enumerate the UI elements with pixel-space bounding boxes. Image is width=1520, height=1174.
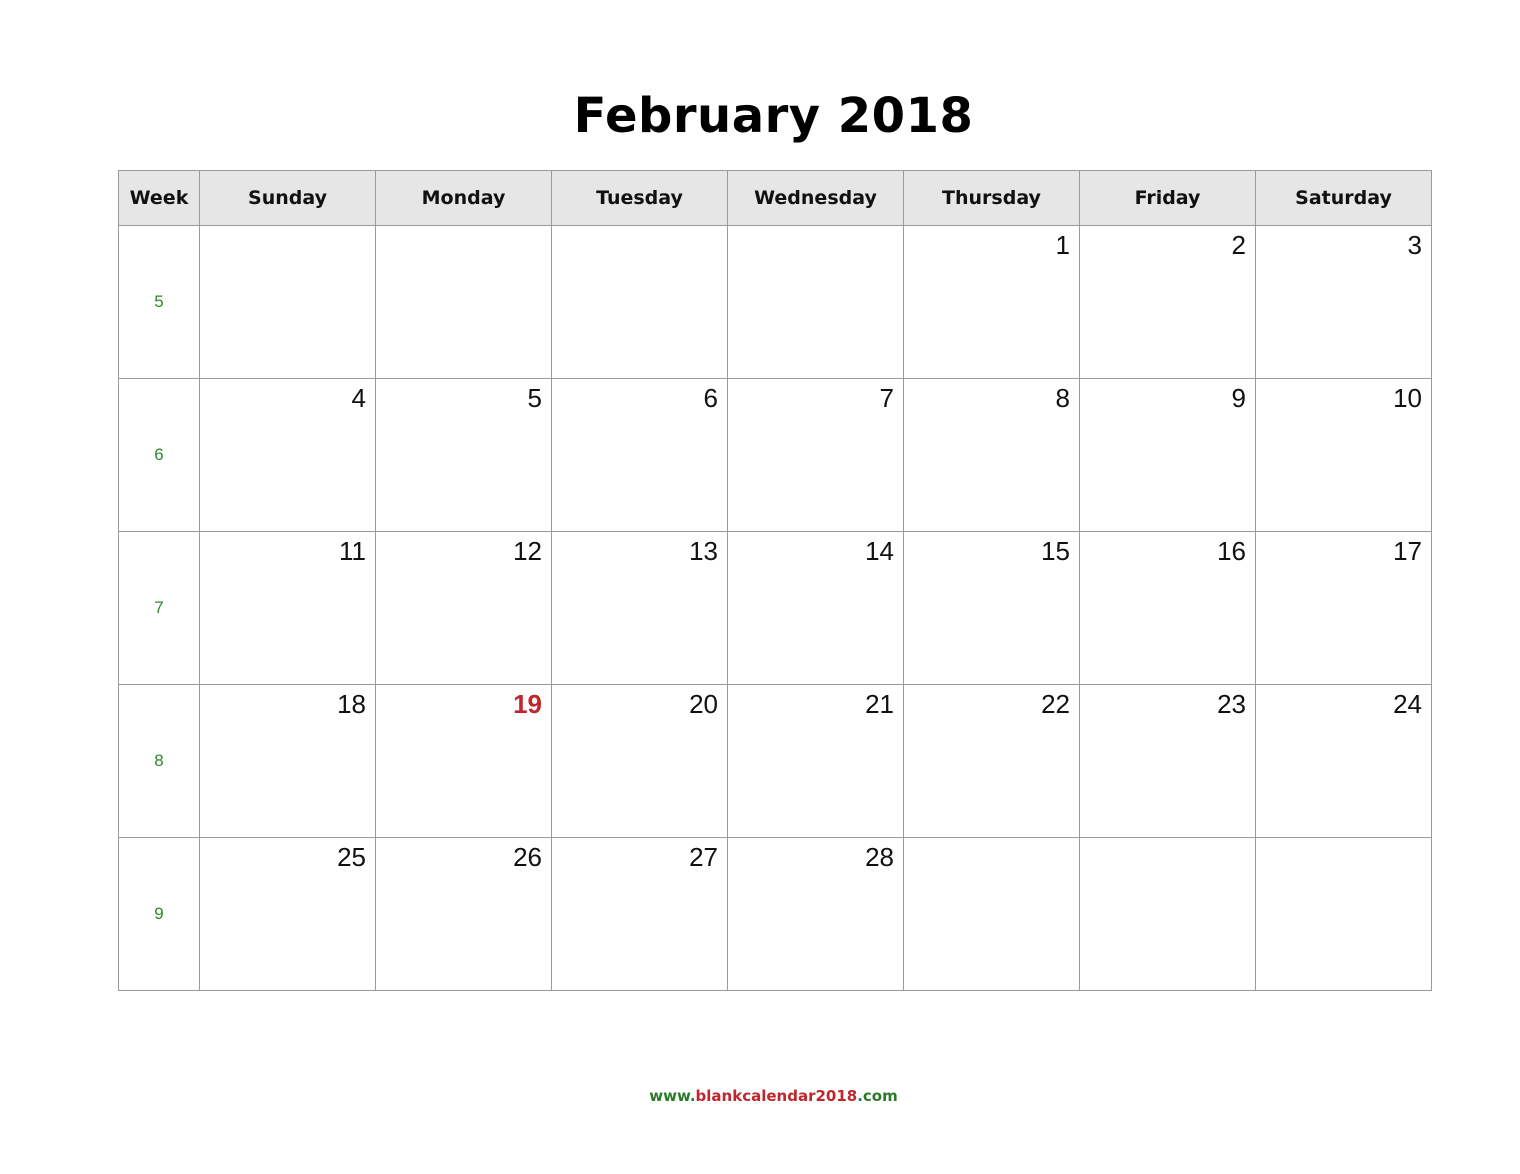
header-row: Week Sunday Monday Tuesday Wednesday Thu… bbox=[118, 170, 1432, 226]
calendar-title: February 2018 bbox=[573, 88, 974, 144]
week-number: 5 bbox=[118, 225, 200, 379]
day-cell[interactable]: 3 bbox=[1255, 225, 1432, 379]
day-cell[interactable]: 9 bbox=[1079, 378, 1256, 532]
week-number: 6 bbox=[118, 378, 200, 532]
day-number: 2 bbox=[1231, 230, 1246, 260]
day-cell[interactable]: 27 bbox=[551, 837, 728, 991]
week-row: 7 11 12 13 14 15 16 17 bbox=[118, 531, 1432, 685]
footer-prefix: www. bbox=[649, 1087, 696, 1105]
day-cell[interactable]: 19 bbox=[375, 684, 552, 838]
day-number: 26 bbox=[513, 842, 542, 872]
footer-url: www.blankcalendar2018.com bbox=[0, 1087, 1520, 1105]
day-cell[interactable]: 16 bbox=[1079, 531, 1256, 685]
day-number: 21 bbox=[865, 689, 894, 719]
day-cell[interactable]: 23 bbox=[1079, 684, 1256, 838]
day-number: 1 bbox=[1055, 230, 1070, 260]
day-cell[interactable]: 11 bbox=[199, 531, 376, 685]
day-number: 3 bbox=[1407, 230, 1422, 260]
day-number: 15 bbox=[1041, 536, 1070, 566]
day-number: 25 bbox=[337, 842, 366, 872]
day-cell[interactable]: 22 bbox=[903, 684, 1080, 838]
day-number: 27 bbox=[689, 842, 718, 872]
day-cell[interactable] bbox=[375, 225, 552, 379]
week-row: 5 1 2 3 bbox=[118, 225, 1432, 379]
day-number: 5 bbox=[527, 383, 542, 413]
week-number: 8 bbox=[118, 684, 200, 838]
week-row: 9 25 26 27 28 bbox=[118, 837, 1432, 991]
day-number: 24 bbox=[1393, 689, 1422, 719]
day-cell[interactable] bbox=[1255, 837, 1432, 991]
day-cell[interactable]: 26 bbox=[375, 837, 552, 991]
day-number: 16 bbox=[1217, 536, 1246, 566]
day-number: 22 bbox=[1041, 689, 1070, 719]
footer-suffix: .com bbox=[857, 1087, 898, 1105]
day-cell[interactable]: 8 bbox=[903, 378, 1080, 532]
day-cell[interactable]: 2 bbox=[1079, 225, 1256, 379]
day-cell[interactable]: 18 bbox=[199, 684, 376, 838]
header-week: Week bbox=[118, 170, 200, 226]
day-number: 17 bbox=[1393, 536, 1422, 566]
header-monday: Monday bbox=[375, 170, 552, 226]
day-cell[interactable]: 4 bbox=[199, 378, 376, 532]
day-number: 7 bbox=[879, 383, 894, 413]
header-tuesday: Tuesday bbox=[551, 170, 728, 226]
calendar-grid: Week Sunday Monday Tuesday Wednesday Thu… bbox=[118, 170, 1432, 991]
day-number: 9 bbox=[1231, 383, 1246, 413]
day-cell[interactable]: 17 bbox=[1255, 531, 1432, 685]
day-number: 4 bbox=[351, 383, 366, 413]
week-row: 6 4 5 6 7 8 9 10 bbox=[118, 378, 1432, 532]
day-cell[interactable]: 6 bbox=[551, 378, 728, 532]
day-cell[interactable]: 15 bbox=[903, 531, 1080, 685]
day-cell[interactable]: 20 bbox=[551, 684, 728, 838]
day-number: 10 bbox=[1393, 383, 1422, 413]
day-cell[interactable]: 25 bbox=[199, 837, 376, 991]
day-number: 11 bbox=[339, 536, 366, 566]
day-number: 20 bbox=[689, 689, 718, 719]
day-cell[interactable] bbox=[1079, 837, 1256, 991]
header-sunday: Sunday bbox=[199, 170, 376, 226]
day-number: 18 bbox=[337, 689, 366, 719]
day-cell[interactable]: 7 bbox=[727, 378, 904, 532]
day-number: 14 bbox=[865, 536, 894, 566]
day-cell[interactable]: 10 bbox=[1255, 378, 1432, 532]
footer-domain: blankcalendar2018 bbox=[695, 1087, 858, 1105]
header-thursday: Thursday bbox=[903, 170, 1080, 226]
day-cell[interactable] bbox=[727, 225, 904, 379]
day-number: 13 bbox=[689, 536, 718, 566]
day-cell[interactable]: 14 bbox=[727, 531, 904, 685]
day-cell[interactable] bbox=[551, 225, 728, 379]
day-cell[interactable]: 12 bbox=[375, 531, 552, 685]
day-cell[interactable]: 5 bbox=[375, 378, 552, 532]
header-friday: Friday bbox=[1079, 170, 1256, 226]
header-wednesday: Wednesday bbox=[727, 170, 904, 226]
week-number: 7 bbox=[118, 531, 200, 685]
day-cell[interactable]: 21 bbox=[727, 684, 904, 838]
week-number: 9 bbox=[118, 837, 200, 991]
day-cell[interactable]: 13 bbox=[551, 531, 728, 685]
day-number: 8 bbox=[1055, 383, 1070, 413]
week-row: 8 18 19 20 21 22 23 24 bbox=[118, 684, 1432, 838]
day-number: 6 bbox=[703, 383, 718, 413]
day-cell[interactable]: 1 bbox=[903, 225, 1080, 379]
day-cell[interactable] bbox=[903, 837, 1080, 991]
day-number: 12 bbox=[513, 536, 542, 566]
day-number: 28 bbox=[865, 842, 894, 872]
day-cell[interactable] bbox=[199, 225, 376, 379]
day-number: 23 bbox=[1217, 689, 1246, 719]
calendar-body: 5 1 2 3 6 4 5 6 7 8 9 10 7 11 12 13 14 15 16 17 8 18 19 20 21 22 2… bbox=[118, 225, 1432, 991]
day-cell[interactable]: 24 bbox=[1255, 684, 1432, 838]
day-cell[interactable]: 28 bbox=[727, 837, 904, 991]
header-saturday: Saturday bbox=[1255, 170, 1432, 226]
day-number: 19 bbox=[513, 689, 542, 719]
